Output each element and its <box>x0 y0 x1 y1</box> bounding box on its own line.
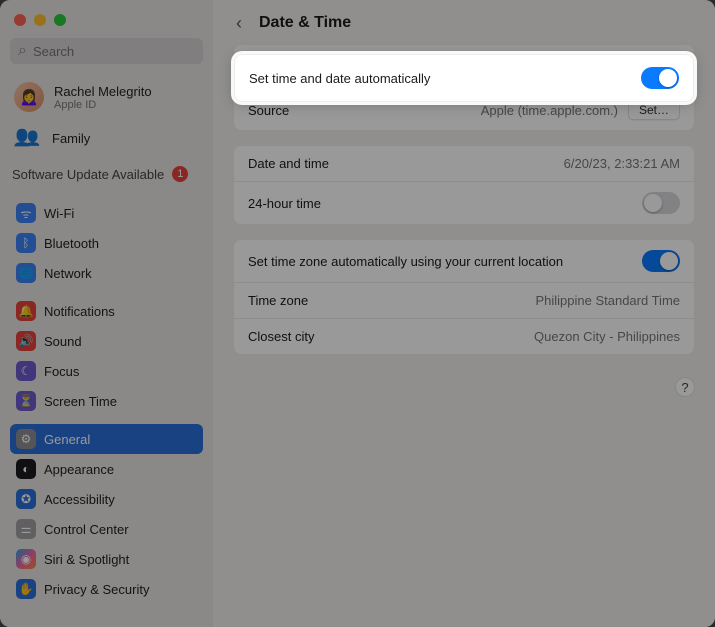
sidebar-item-label: Accessibility <box>44 492 115 507</box>
sidebar-item-label: Wi-Fi <box>44 206 74 221</box>
timezone-panel: Set time zone automatically using your c… <box>233 239 695 355</box>
search-icon: ⌕ <box>18 42 27 60</box>
search-field[interactable]: ⌕ <box>10 38 203 64</box>
sidebar-item-label: Privacy & Security <box>44 582 149 597</box>
auto-time-label: Set time and date automatically <box>249 71 430 86</box>
wifi-icon: ᯤ <box>16 203 36 223</box>
user-name: Rachel Melegrito <box>54 84 152 99</box>
maximize-icon[interactable] <box>54 14 66 26</box>
sidebar-item-siri[interactable]: ◉ Siri & Spotlight <box>10 544 203 574</box>
auto-timezone-label: Set time zone automatically using your c… <box>248 254 563 269</box>
sidebar-item-label: Notifications <box>44 304 115 319</box>
software-update-row[interactable]: Software Update Available 1 <box>10 160 203 190</box>
sidebar-item-label: General <box>44 432 90 447</box>
hand-icon: ✋ <box>16 579 36 599</box>
timezone-row: Time zone Philippine Standard Time <box>234 282 694 318</box>
sidebar-item-general[interactable]: ⚙ General <box>10 424 203 454</box>
network-icon: 🌐 <box>16 263 36 283</box>
timezone-value: Philippine Standard Time <box>535 293 680 308</box>
sidebar-item-label: Sound <box>44 334 82 349</box>
twentyfour-row: 24-hour time <box>234 181 694 224</box>
set-source-button[interactable]: Set… <box>628 100 680 120</box>
sidebar-item-label: Appearance <box>44 462 114 477</box>
moon-icon: ☾ <box>16 361 36 381</box>
appearance-icon: ◐ <box>16 459 36 479</box>
software-update-label: Software Update Available <box>12 167 164 182</box>
sidebar-item-network[interactable]: 🌐 Network <box>10 258 203 288</box>
accessibility-icon: ✪ <box>16 489 36 509</box>
sidebar-item-screentime[interactable]: ⏳ Screen Time <box>10 386 203 416</box>
switches-icon: ⚌ <box>16 519 36 539</box>
sidebar-item-notifications[interactable]: 🔔 Notifications <box>10 296 203 326</box>
back-button[interactable]: ‹ <box>231 15 247 31</box>
sidebar-item-controlcenter[interactable]: ⚌ Control Center <box>10 514 203 544</box>
datetime-value: 6/20/23, 2:33:21 AM <box>564 156 680 171</box>
page-title: Date & Time <box>259 14 351 32</box>
bluetooth-icon: ᛒ <box>16 233 36 253</box>
family-icon <box>14 128 42 148</box>
family-label: Family <box>52 131 90 146</box>
sidebar-item-appearance[interactable]: ◐ Appearance <box>10 454 203 484</box>
family-row[interactable]: Family <box>10 122 203 160</box>
close-icon[interactable] <box>14 14 26 26</box>
sidebar-item-accessibility[interactable]: ✪ Accessibility <box>10 484 203 514</box>
sidebar-item-label: Focus <box>44 364 79 379</box>
datetime-panel: Date and time 6/20/23, 2:33:21 AM 24-hou… <box>233 145 695 225</box>
closest-city-label: Closest city <box>248 329 314 344</box>
sidebar-item-sound[interactable]: 🔊 Sound <box>10 326 203 356</box>
sidebar-item-focus[interactable]: ☾ Focus <box>10 356 203 386</box>
hourglass-icon: ⏳ <box>16 391 36 411</box>
avatar: 🙍‍♀️ <box>14 82 44 112</box>
gear-icon: ⚙ <box>16 429 36 449</box>
sidebar-item-wifi[interactable]: ᯤ Wi-Fi <box>10 198 203 228</box>
sidebar: ⌕ 🙍‍♀️ Rachel Melegrito Apple ID Family … <box>0 0 213 627</box>
auto-time-toggle[interactable] <box>641 67 679 89</box>
search-input[interactable] <box>33 44 195 59</box>
sidebar-item-label: Bluetooth <box>44 236 99 251</box>
minimize-icon[interactable] <box>34 14 46 26</box>
siri-icon: ◉ <box>16 549 36 569</box>
closest-city-value: Quezon City - Philippines <box>534 329 680 344</box>
window-controls <box>14 14 199 26</box>
auto-time-row: Set time and date automatically <box>235 55 693 101</box>
timezone-label: Time zone <box>248 293 308 308</box>
closest-city-row[interactable]: Closest city Quezon City - Philippines <box>234 318 694 354</box>
update-badge: 1 <box>172 166 188 182</box>
twentyfour-toggle[interactable] <box>642 192 680 214</box>
apple-id-row[interactable]: 🙍‍♀️ Rachel Melegrito Apple ID <box>10 78 203 122</box>
twentyfour-label: 24-hour time <box>248 196 321 211</box>
chevron-left-icon: ‹ <box>236 13 242 34</box>
sidebar-item-label: Screen Time <box>44 394 117 409</box>
sidebar-item-bluetooth[interactable]: ᛒ Bluetooth <box>10 228 203 258</box>
auto-timezone-row: Set time zone automatically using your c… <box>234 240 694 282</box>
sidebar-item-label: Network <box>44 266 92 281</box>
header: ‹ Date & Time <box>213 0 715 44</box>
sidebar-item-label: Control Center <box>44 522 129 537</box>
auto-time-highlight: Set time and date automatically <box>234 54 694 102</box>
bell-icon: 🔔 <box>16 301 36 321</box>
source-label: Source <box>248 103 289 118</box>
source-value: Apple (time.apple.com.) <box>481 103 618 118</box>
sound-icon: 🔊 <box>16 331 36 351</box>
datetime-row[interactable]: Date and time 6/20/23, 2:33:21 AM <box>234 146 694 181</box>
sidebar-item-label: Siri & Spotlight <box>44 552 129 567</box>
datetime-label: Date and time <box>248 156 329 171</box>
sidebar-item-privacy[interactable]: ✋ Privacy & Security <box>10 574 203 604</box>
auto-timezone-toggle[interactable] <box>642 250 680 272</box>
help-button[interactable]: ? <box>675 377 695 397</box>
user-sublabel: Apple ID <box>54 99 152 111</box>
